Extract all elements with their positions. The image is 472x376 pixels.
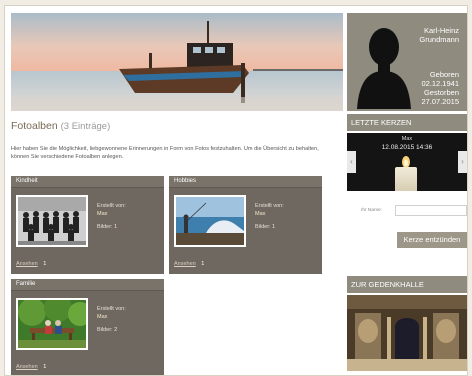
memorial-hall-image[interactable] [347, 295, 467, 371]
view-album-link[interactable]: Ansehen [16, 364, 38, 370]
pics-label: Bilder: [97, 224, 113, 230]
view-album-link[interactable]: Ansehen [16, 261, 38, 267]
name-label: Ihr Name: [361, 208, 383, 213]
album-card-kindheit[interactable]: Kindheit Erstellt von: Max Bilder: 1 Ans… [11, 176, 164, 274]
intro-text: Hier haben Sie die Möglichkeit, liebgewo… [11, 146, 319, 160]
album-footer: Ansehen 1 [174, 261, 204, 267]
sidebar: LETZTE KERZEN ‹ Max 12.08.2015 14:36 › I… [347, 114, 467, 371]
pics-count: 1 [272, 224, 276, 230]
candle-form: Ihr Name: [347, 205, 467, 217]
page-frame: Karl-Heinz Grundmann Geboren 02.12.1941 … [4, 5, 468, 376]
pics-count: 2 [114, 327, 118, 333]
view-count: 1 [43, 364, 47, 370]
header-banner-image [11, 13, 343, 111]
died-label: Gestorben [423, 88, 459, 97]
pics-label: Bilder: [255, 224, 271, 230]
album-meta: Erstellt von: Max Bilder: 1 [97, 203, 126, 232]
born-label: Geboren [429, 70, 459, 79]
album-thumbnail[interactable] [16, 298, 88, 350]
album-title: Kindheit [11, 176, 164, 188]
born-date: 02.12.1941 [421, 79, 459, 88]
chevron-right-icon[interactable]: › [458, 151, 467, 173]
album-title: Hobbies [169, 176, 322, 188]
light-candle-button[interactable]: Kerze entzünden [397, 232, 467, 248]
person-silhouette-icon [357, 28, 411, 109]
created-by: Max [97, 313, 108, 320]
chevron-left-icon[interactable]: ‹ [347, 151, 356, 173]
created-label: Erstellt von: [97, 203, 126, 209]
album-meta: Erstellt von: Max Bilder: 1 [255, 203, 284, 232]
created-label: Erstellt von: [97, 306, 126, 312]
album-footer: Ansehen 1 [16, 364, 46, 370]
album-card-hobbies[interactable]: Hobbies Erstellt von: Max Bilder: 1 Anse… [169, 176, 322, 274]
candle-carousel: ‹ Max 12.08.2015 14:36 › [347, 133, 467, 191]
name-input[interactable] [395, 205, 467, 216]
album-card-familie[interactable]: Familie Erstellt von: Max Bilder: 2 Anse… [11, 279, 164, 375]
pics-count: 1 [114, 224, 118, 230]
profile-name: Karl-Heinz Grundmann [409, 26, 459, 44]
candles-heading: LETZTE KERZEN [347, 114, 467, 131]
album-footer: Ansehen 1 [16, 261, 46, 267]
profile-card: Karl-Heinz Grundmann Geboren 02.12.1941 … [347, 13, 467, 111]
album-meta: Erstellt von: Max Bilder: 2 [97, 306, 126, 335]
created-by: Max [97, 210, 108, 217]
pics-label: Bilder: [97, 327, 113, 333]
page-title-text: Fotoalben [11, 120, 58, 132]
memorial-hall-heading[interactable]: ZUR GEDENKHALLE [347, 276, 467, 293]
entry-count: (3 Einträge) [60, 121, 111, 132]
candle-flame-icon [402, 156, 410, 168]
view-album-link[interactable]: Ansehen [174, 261, 196, 267]
album-title: Familie [11, 279, 164, 291]
candle-icon [395, 167, 417, 191]
page-title: Fotoalben (3 Einträge) [11, 120, 343, 132]
profile-dates: Geboren 02.12.1941 Gestorben 27.07.2015 [421, 70, 459, 106]
died-date: 27.07.2015 [421, 97, 459, 106]
profile-name-first: Karl-Heinz [423, 26, 459, 35]
candle-timestamp: 12.08.2015 14:36 [381, 144, 433, 151]
profile-name-last: Grundmann [419, 35, 459, 44]
created-label: Erstellt von: [255, 203, 284, 209]
album-thumbnail[interactable] [174, 195, 246, 247]
view-count: 1 [43, 261, 47, 267]
album-thumbnail[interactable] [16, 195, 88, 247]
candle-author: Max [401, 136, 413, 142]
view-count: 1 [201, 261, 205, 267]
created-by: Max [255, 210, 266, 217]
main-content: Fotoalben (3 Einträge) Hier haben Sie di… [11, 114, 343, 375]
